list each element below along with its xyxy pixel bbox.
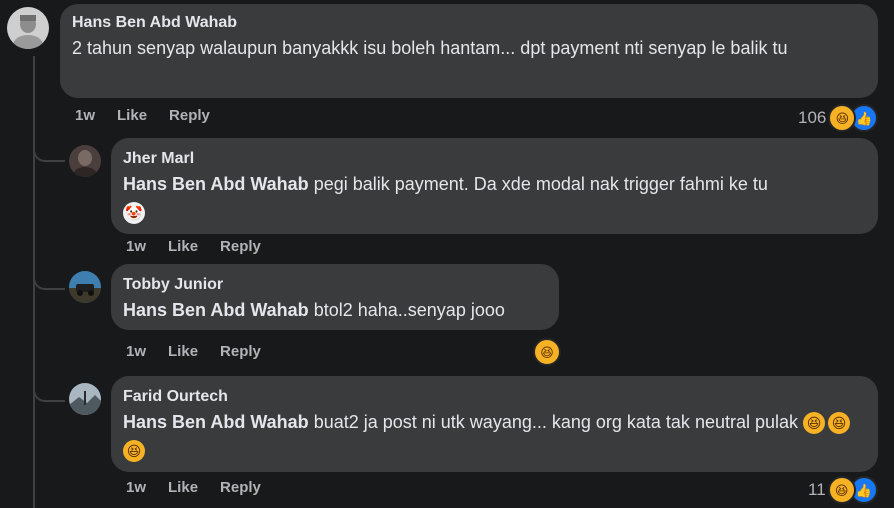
comment-author[interactable]: Jher Marl: [123, 148, 866, 170]
thread-branch: [33, 262, 65, 290]
comment-author[interactable]: Farid Ourtech: [123, 386, 866, 408]
comment-time[interactable]: 1w: [126, 343, 146, 360]
reply-button[interactable]: Reply: [220, 479, 261, 496]
comment-time[interactable]: 1w: [126, 479, 146, 496]
like-button[interactable]: Like: [117, 107, 147, 124]
like-button[interactable]: Like: [168, 343, 198, 360]
reaction-count: 11: [808, 480, 826, 499]
clown-emoji: 🤡: [123, 202, 145, 225]
comment-bubble: Jher Marl Hans Ben Abd Wahab pegi balik …: [111, 138, 878, 234]
like-button[interactable]: Like: [168, 479, 198, 496]
grinning-squinting-emoji: 😆: [803, 412, 826, 435]
comment-body: buat2 ja post ni utk wayang... kang org …: [313, 412, 799, 432]
comment-body: pegi balik payment. Da xde modal nak tri…: [313, 174, 768, 194]
comment-bubble: Tobby Junior Hans Ben Abd Wahab btol2 ha…: [111, 264, 559, 330]
comment-text: 2 tahun senyap walaupun banyakkk isu bol…: [72, 38, 788, 58]
comment-bubble: Farid Ourtech Hans Ben Abd Wahab buat2 j…: [111, 376, 878, 472]
mention-link[interactable]: Hans Ben Abd Wahab: [123, 412, 309, 432]
comment-actions: 1w Like Reply: [126, 343, 261, 360]
avatar[interactable]: [69, 383, 101, 415]
haha-reaction-icon: 😆: [828, 104, 857, 132]
thread-branch: [33, 130, 65, 162]
thread-branch: [33, 370, 65, 402]
mention-link[interactable]: Hans Ben Abd Wahab: [123, 174, 309, 194]
haha-reaction-icon: 😆: [827, 476, 856, 504]
comment-text: Hans Ben Abd Wahab btol2 haha..senyap jo…: [123, 296, 547, 324]
comment-text: Hans Ben Abd Wahab pegi balik payment. D…: [123, 170, 866, 198]
mention-link[interactable]: Hans Ben Abd Wahab: [123, 300, 309, 320]
like-button[interactable]: Like: [168, 238, 198, 255]
grinning-squinting-emoji: 😆: [123, 440, 145, 463]
comment-bubble: Hans Ben Abd Wahab 2 tahun senyap walaup…: [60, 4, 878, 98]
haha-reaction-icon: 😆: [533, 338, 561, 366]
avatar[interactable]: [69, 271, 101, 303]
comment-actions: 1w Like Reply: [75, 107, 210, 124]
reply-button[interactable]: Reply: [220, 343, 261, 360]
avatar[interactable]: [69, 145, 101, 177]
reaction-summary[interactable]: 11 😆 👍: [808, 476, 878, 504]
comment-author[interactable]: Hans Ben Abd Wahab: [72, 12, 866, 34]
comment-actions: 1w Like Reply: [126, 479, 261, 496]
comment-body: btol2 haha..senyap jooo: [313, 300, 505, 320]
comment-time[interactable]: 1w: [75, 107, 95, 124]
reaction-count: 106: [798, 108, 827, 127]
emoji-line: 🤡: [123, 198, 866, 226]
comment-text: Hans Ben Abd Wahab buat2 ja post ni utk …: [123, 408, 863, 464]
reaction-summary[interactable]: 😆: [533, 338, 561, 366]
reply-button[interactable]: Reply: [169, 107, 210, 124]
reply-button[interactable]: Reply: [220, 238, 261, 255]
comment-author[interactable]: Tobby Junior: [123, 274, 547, 296]
reaction-summary[interactable]: 106 😆 👍: [798, 104, 879, 132]
comment-actions: 1w Like Reply: [126, 238, 261, 255]
avatar[interactable]: [7, 7, 49, 49]
grinning-squinting-emoji: 😆: [828, 412, 851, 435]
comment-time[interactable]: 1w: [126, 238, 146, 255]
